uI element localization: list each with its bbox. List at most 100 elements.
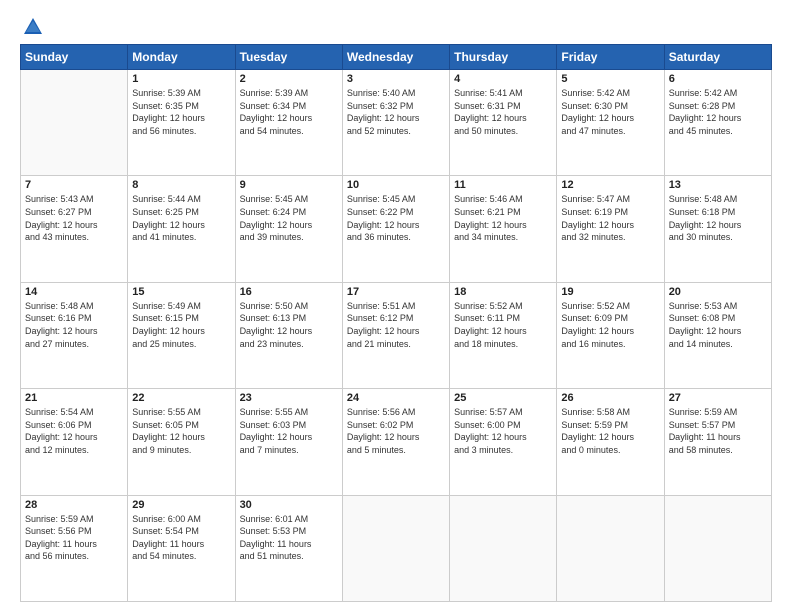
calendar-page: SundayMondayTuesdayWednesdayThursdayFrid… — [0, 0, 792, 612]
calendar-cell: 5 Sunrise: 5:42 AM Sunset: 6:30 PM Daylig… — [557, 70, 664, 176]
calendar-cell: 13 Sunrise: 5:48 AM Sunset: 6:18 PM Dayli… — [664, 176, 771, 282]
calendar-cell: 16 Sunrise: 5:50 AM Sunset: 6:13 PM Dayli… — [235, 282, 342, 388]
day-number: 4 — [454, 73, 552, 85]
day-info: Sunrise: 5:41 AM Sunset: 6:31 PM Dayligh… — [454, 87, 552, 137]
logo — [20, 16, 44, 34]
calendar-cell — [664, 495, 771, 601]
day-number: 5 — [561, 73, 659, 85]
day-number: 24 — [347, 392, 445, 404]
day-info: Sunrise: 5:57 AM Sunset: 6:00 PM Dayligh… — [454, 406, 552, 456]
calendar-cell: 14 Sunrise: 5:48 AM Sunset: 6:16 PM Dayli… — [21, 282, 128, 388]
day-number: 9 — [240, 179, 338, 191]
day-info: Sunrise: 5:50 AM Sunset: 6:13 PM Dayligh… — [240, 300, 338, 350]
day-number: 10 — [347, 179, 445, 191]
day-number: 26 — [561, 392, 659, 404]
calendar-cell: 2 Sunrise: 5:39 AM Sunset: 6:34 PM Daylig… — [235, 70, 342, 176]
day-number: 3 — [347, 73, 445, 85]
day-number: 15 — [132, 286, 230, 298]
weekday-header-row: SundayMondayTuesdayWednesdayThursdayFrid… — [21, 45, 772, 70]
day-info: Sunrise: 5:42 AM Sunset: 6:28 PM Dayligh… — [669, 87, 767, 137]
calendar-cell: 19 Sunrise: 5:52 AM Sunset: 6:09 PM Dayli… — [557, 282, 664, 388]
week-row-3: 14 Sunrise: 5:48 AM Sunset: 6:16 PM Dayli… — [21, 282, 772, 388]
day-info: Sunrise: 5:45 AM Sunset: 6:24 PM Dayligh… — [240, 193, 338, 243]
day-info: Sunrise: 5:39 AM Sunset: 6:34 PM Dayligh… — [240, 87, 338, 137]
calendar-cell: 6 Sunrise: 5:42 AM Sunset: 6:28 PM Daylig… — [664, 70, 771, 176]
day-number: 22 — [132, 392, 230, 404]
calendar-cell: 7 Sunrise: 5:43 AM Sunset: 6:27 PM Daylig… — [21, 176, 128, 282]
header — [20, 16, 772, 34]
calendar-cell — [557, 495, 664, 601]
weekday-header-tuesday: Tuesday — [235, 45, 342, 70]
calendar-cell: 1 Sunrise: 5:39 AM Sunset: 6:35 PM Daylig… — [128, 70, 235, 176]
calendar-cell: 28 Sunrise: 5:59 AM Sunset: 5:56 PM Dayli… — [21, 495, 128, 601]
week-row-1: 1 Sunrise: 5:39 AM Sunset: 6:35 PM Daylig… — [21, 70, 772, 176]
day-number: 18 — [454, 286, 552, 298]
week-row-4: 21 Sunrise: 5:54 AM Sunset: 6:06 PM Dayli… — [21, 389, 772, 495]
calendar-cell: 25 Sunrise: 5:57 AM Sunset: 6:00 PM Dayli… — [450, 389, 557, 495]
day-number: 17 — [347, 286, 445, 298]
weekday-header-thursday: Thursday — [450, 45, 557, 70]
day-number: 16 — [240, 286, 338, 298]
day-number: 2 — [240, 73, 338, 85]
day-info: Sunrise: 5:55 AM Sunset: 6:03 PM Dayligh… — [240, 406, 338, 456]
day-info: Sunrise: 6:01 AM Sunset: 5:53 PM Dayligh… — [240, 513, 338, 563]
day-number: 19 — [561, 286, 659, 298]
day-number: 7 — [25, 179, 123, 191]
day-info: Sunrise: 5:39 AM Sunset: 6:35 PM Dayligh… — [132, 87, 230, 137]
day-number: 28 — [25, 499, 123, 511]
calendar-cell — [450, 495, 557, 601]
weekday-header-wednesday: Wednesday — [342, 45, 449, 70]
day-info: Sunrise: 5:48 AM Sunset: 6:18 PM Dayligh… — [669, 193, 767, 243]
calendar-cell: 12 Sunrise: 5:47 AM Sunset: 6:19 PM Dayli… — [557, 176, 664, 282]
day-number: 14 — [25, 286, 123, 298]
day-number: 13 — [669, 179, 767, 191]
day-info: Sunrise: 5:53 AM Sunset: 6:08 PM Dayligh… — [669, 300, 767, 350]
day-info: Sunrise: 5:47 AM Sunset: 6:19 PM Dayligh… — [561, 193, 659, 243]
week-row-2: 7 Sunrise: 5:43 AM Sunset: 6:27 PM Daylig… — [21, 176, 772, 282]
calendar-cell: 8Sunrise: 5:44 AM Sunset: 6:25 PM Daylig… — [128, 176, 235, 282]
calendar-cell — [342, 495, 449, 601]
day-info: Sunrise: 5:52 AM Sunset: 6:09 PM Dayligh… — [561, 300, 659, 350]
day-info: Sunrise: 5:46 AM Sunset: 6:21 PM Dayligh… — [454, 193, 552, 243]
day-info: Sunrise: 6:00 AM Sunset: 5:54 PM Dayligh… — [132, 513, 230, 563]
calendar-cell: 17 Sunrise: 5:51 AM Sunset: 6:12 PM Dayli… — [342, 282, 449, 388]
calendar-cell: 9 Sunrise: 5:45 AM Sunset: 6:24 PM Daylig… — [235, 176, 342, 282]
calendar-cell: 21 Sunrise: 5:54 AM Sunset: 6:06 PM Dayli… — [21, 389, 128, 495]
day-number: 1 — [132, 73, 230, 85]
day-info: Sunrise: 5:52 AM Sunset: 6:11 PM Dayligh… — [454, 300, 552, 350]
day-number: 23 — [240, 392, 338, 404]
day-info: Sunrise: 5:59 AM Sunset: 5:56 PM Dayligh… — [25, 513, 123, 563]
calendar-cell: 15 Sunrise: 5:49 AM Sunset: 6:15 PM Dayli… — [128, 282, 235, 388]
day-info: Sunrise: 5:45 AM Sunset: 6:22 PM Dayligh… — [347, 193, 445, 243]
day-info: Sunrise: 5:51 AM Sunset: 6:12 PM Dayligh… — [347, 300, 445, 350]
weekday-header-saturday: Saturday — [664, 45, 771, 70]
day-info: Sunrise: 5:48 AM Sunset: 6:16 PM Dayligh… — [25, 300, 123, 350]
weekday-header-monday: Monday — [128, 45, 235, 70]
day-number: 25 — [454, 392, 552, 404]
day-info: Sunrise: 5:49 AM Sunset: 6:15 PM Dayligh… — [132, 300, 230, 350]
calendar-cell: 18 Sunrise: 5:52 AM Sunset: 6:11 PM Dayli… — [450, 282, 557, 388]
calendar-cell: 24 Sunrise: 5:56 AM Sunset: 6:02 PM Dayli… — [342, 389, 449, 495]
week-row-5: 28 Sunrise: 5:59 AM Sunset: 5:56 PM Dayli… — [21, 495, 772, 601]
logo-icon — [22, 16, 44, 38]
day-info: Sunrise: 5:43 AM Sunset: 6:27 PM Dayligh… — [25, 193, 123, 243]
day-info: Sunrise: 5:56 AM Sunset: 6:02 PM Dayligh… — [347, 406, 445, 456]
calendar-cell: 23 Sunrise: 5:55 AM Sunset: 6:03 PM Dayli… — [235, 389, 342, 495]
weekday-header-friday: Friday — [557, 45, 664, 70]
day-number: 12 — [561, 179, 659, 191]
calendar-cell: 10 Sunrise: 5:45 AM Sunset: 6:22 PM Dayli… — [342, 176, 449, 282]
calendar-cell: 4 Sunrise: 5:41 AM Sunset: 6:31 PM Daylig… — [450, 70, 557, 176]
calendar-cell: 27Sunrise: 5:59 AM Sunset: 5:57 PM Dayli… — [664, 389, 771, 495]
calendar-cell: 29Sunrise: 6:00 AM Sunset: 5:54 PM Dayli… — [128, 495, 235, 601]
day-number: 8 — [132, 179, 230, 191]
calendar-cell: 3Sunrise: 5:40 AM Sunset: 6:32 PM Daylig… — [342, 70, 449, 176]
day-info: Sunrise: 5:54 AM Sunset: 6:06 PM Dayligh… — [25, 406, 123, 456]
calendar-table: SundayMondayTuesdayWednesdayThursdayFrid… — [20, 44, 772, 602]
day-number: 20 — [669, 286, 767, 298]
day-number: 30 — [240, 499, 338, 511]
calendar-cell: 22 Sunrise: 5:55 AM Sunset: 6:05 PM Dayli… — [128, 389, 235, 495]
day-info: Sunrise: 5:42 AM Sunset: 6:30 PM Dayligh… — [561, 87, 659, 137]
day-number: 21 — [25, 392, 123, 404]
day-info: Sunrise: 5:55 AM Sunset: 6:05 PM Dayligh… — [132, 406, 230, 456]
day-number: 6 — [669, 73, 767, 85]
